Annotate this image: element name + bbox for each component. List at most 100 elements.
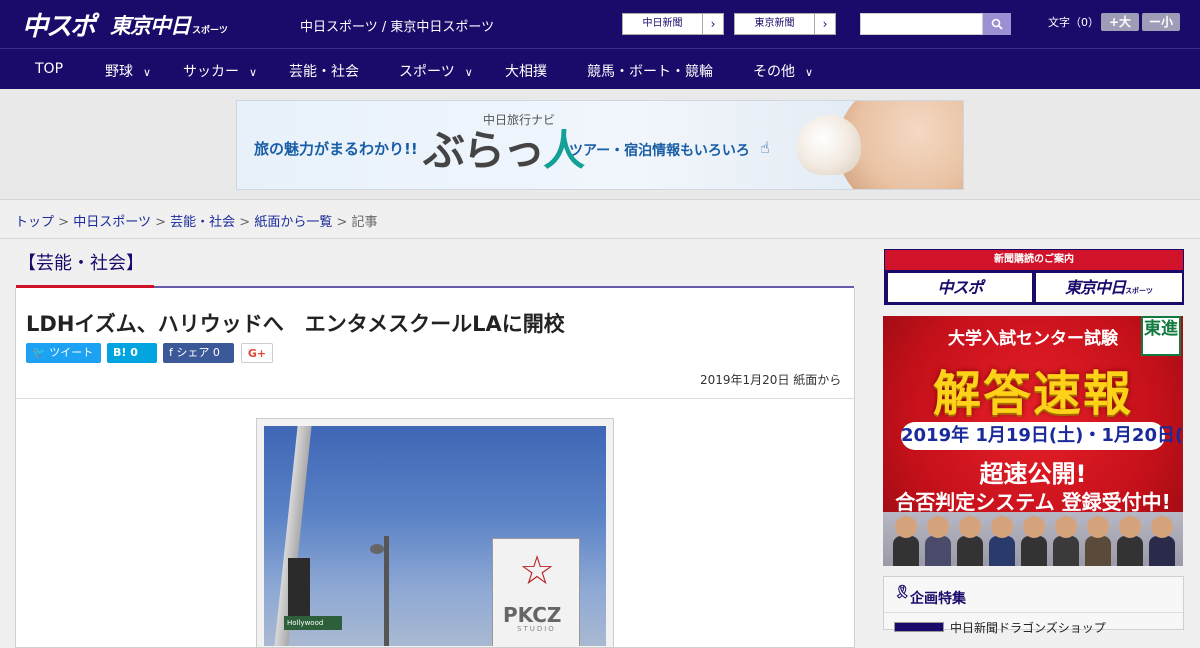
person-figure [989, 536, 1015, 566]
breadcrumb-link-chuspo[interactable]: 中日スポーツ [73, 215, 151, 230]
feature-item-link[interactable]: 中日新聞ドラゴンズショップ [950, 619, 1106, 636]
search-input[interactable] [860, 13, 983, 35]
banner-brand-main: ぶらっ [423, 126, 545, 175]
nav-item-other[interactable]: その他 ∨ [753, 61, 813, 81]
subscription-box: 新聞購読のご案内 中スポ 東京中日スポーツ [884, 249, 1184, 305]
breadcrumb-separator: > [239, 215, 251, 230]
site-links[interactable]: 中日スポーツ / 東京中日スポーツ [300, 16, 494, 35]
subscribe-chuspo-button[interactable]: 中スポ [888, 273, 1032, 302]
breadcrumb: トップ > 中日スポーツ > 芸能・社会 > 紙面から一覧 > 記事 [15, 211, 378, 230]
promo-system: 合否判定システム 登録受付中! [895, 490, 1171, 514]
tokyo-chunichi-logo[interactable]: 東京中日 スポーツ [110, 10, 228, 40]
twitter-bird-icon: 🐦 [32, 346, 46, 359]
breadcrumb-link-entertainment[interactable]: 芸能・社会 [170, 215, 235, 230]
facebook-share-button[interactable]: f シェア 0 [163, 343, 234, 363]
nav-label: その他 [753, 64, 795, 80]
traffic-signal [288, 558, 310, 618]
street-sign: Hollywood [284, 616, 342, 630]
article-date: 2019年1月20日 [700, 373, 790, 387]
article-headline: LDHイズム、ハリウッドへ エンタメスクールLAに開校 [26, 312, 565, 336]
nav-label: サッカー [183, 64, 239, 80]
font-larger-button[interactable]: +大 [1101, 13, 1139, 31]
hatena-label: B! [113, 346, 127, 359]
promo-fast: 超速公開! [979, 460, 1087, 488]
person-figure [1117, 536, 1143, 566]
chevron-down-icon: ∨ [249, 66, 258, 79]
chuspo-logo[interactable]: 中スポ [22, 6, 96, 43]
search-icon [991, 18, 1003, 30]
promo-topline: 大学入試センター試験 [948, 329, 1118, 349]
subscribe-tokyo-chunichi-button[interactable]: 東京中日スポーツ [1036, 273, 1182, 302]
person-figure [1085, 536, 1111, 566]
person-figure [959, 516, 981, 538]
article-source: 紙面から [793, 373, 842, 387]
street-lamp [370, 544, 384, 554]
breadcrumb-current: 記事 [351, 215, 378, 230]
tweet-button[interactable]: 🐦 ツイート [26, 343, 101, 363]
ribbon-icon: 🎗 [894, 585, 911, 600]
nav-item-racing[interactable]: 競馬・ボート・競輪 [587, 61, 713, 81]
banner-brand-logo: ぶらっ人 [423, 117, 585, 178]
facebook-icon: f [169, 346, 173, 359]
font-smaller-button[interactable]: ー小 [1142, 13, 1180, 31]
tokyo-shimbun-label: 東京新聞 [735, 14, 815, 34]
facebook-share-count: 0 [212, 346, 220, 359]
nav-label: 競馬・ボート・競輪 [587, 64, 713, 80]
nav-label: TOP [35, 61, 64, 77]
person-figure [991, 516, 1013, 538]
teachers-photo [883, 512, 1183, 566]
font-size-label: 文字（0） [1048, 16, 1099, 29]
article-dateline: 2019年1月20日 紙面から [700, 371, 841, 388]
google-plus-button[interactable]: G+ [241, 343, 273, 363]
chunichi-shimbun-label: 中日新聞 [623, 14, 703, 34]
feature-title: 企画特集 [910, 591, 966, 607]
nav-item-sumo[interactable]: 大相撲 [505, 61, 547, 81]
person-figure [1053, 536, 1079, 566]
breadcrumb-separator: > [155, 215, 166, 230]
divider [884, 612, 1183, 613]
breadcrumb-separator: > [336, 215, 348, 230]
divider [16, 398, 854, 399]
search-button[interactable] [983, 13, 1011, 35]
promo-tag: 東進 [1141, 316, 1181, 356]
chevron-down-icon: ∨ [805, 66, 814, 79]
breadcrumb-link-top[interactable]: トップ [15, 215, 54, 230]
tokyo-shimbun-button[interactable]: 東京新聞 › [734, 13, 836, 35]
nav-label: 大相撲 [505, 64, 547, 80]
breadcrumb-separator: > [58, 215, 70, 230]
breadcrumb-link-paper-list[interactable]: 紙面から一覧 [254, 215, 332, 230]
travel-ad-banner[interactable]: 旅の魅力がまるわかり!! 中日旅行ナビ ぶらっ人 ツアー・宿泊情報もいろいろ ☝ [236, 100, 964, 190]
subscription-header: 新聞購読のご案内 [885, 250, 1183, 270]
person-figure [1149, 536, 1175, 566]
person-figure [1055, 516, 1077, 538]
hatena-bookmark-button[interactable]: B! 0 [107, 343, 157, 363]
nav-item-top[interactable]: TOP [35, 61, 63, 77]
section-underline [154, 286, 854, 288]
star-logo-icon: ☆ [519, 548, 555, 594]
promo-headline: 解答速報 [932, 366, 1133, 422]
person-figure [1119, 516, 1141, 538]
banner-tail-text: ツアー・宿泊情報もいろいろ [569, 143, 750, 159]
tweet-label: ツイート [49, 346, 94, 359]
nav-item-baseball[interactable]: 野球 ∨ [105, 61, 151, 81]
chevron-down-icon: ∨ [143, 66, 152, 79]
chunichi-shimbun-button[interactable]: 中日新聞 › [622, 13, 724, 35]
exam-answers-ad[interactable]: 大学入試センター試験 東進 解答速報 2019年 1月19日(土)・1月20日(… [883, 316, 1183, 566]
nav-item-soccer[interactable]: サッカー ∨ [183, 61, 257, 81]
person-figure [895, 516, 917, 538]
promo-date: 2019年 1月19日(土)・1月20日(日) [901, 422, 1183, 450]
section-title: 【芸能・社会】 [18, 253, 144, 274]
subscribe-tokyo-chunichi-label: 東京中日 [1065, 278, 1126, 297]
nav-item-sports[interactable]: スポーツ ∨ [399, 61, 473, 81]
subscribe-tokyo-chunichi-small: スポーツ [1125, 287, 1153, 295]
banner-lead-text: 旅の魅力がまるわかり!! [254, 140, 418, 158]
person-figure [957, 536, 983, 566]
person-figure [927, 516, 949, 538]
article-photo[interactable]: Hollywood ☆ PKCZ STUDIO [264, 426, 606, 646]
pointing-hand-icon: ☝ [760, 138, 770, 157]
chevron-right-icon: › [822, 17, 828, 31]
nav-item-entertainment[interactable]: 芸能・社会 [289, 61, 359, 81]
nav-label: 野球 [105, 64, 133, 80]
person-figure [925, 536, 951, 566]
feature-thumbnail[interactable] [894, 622, 944, 632]
